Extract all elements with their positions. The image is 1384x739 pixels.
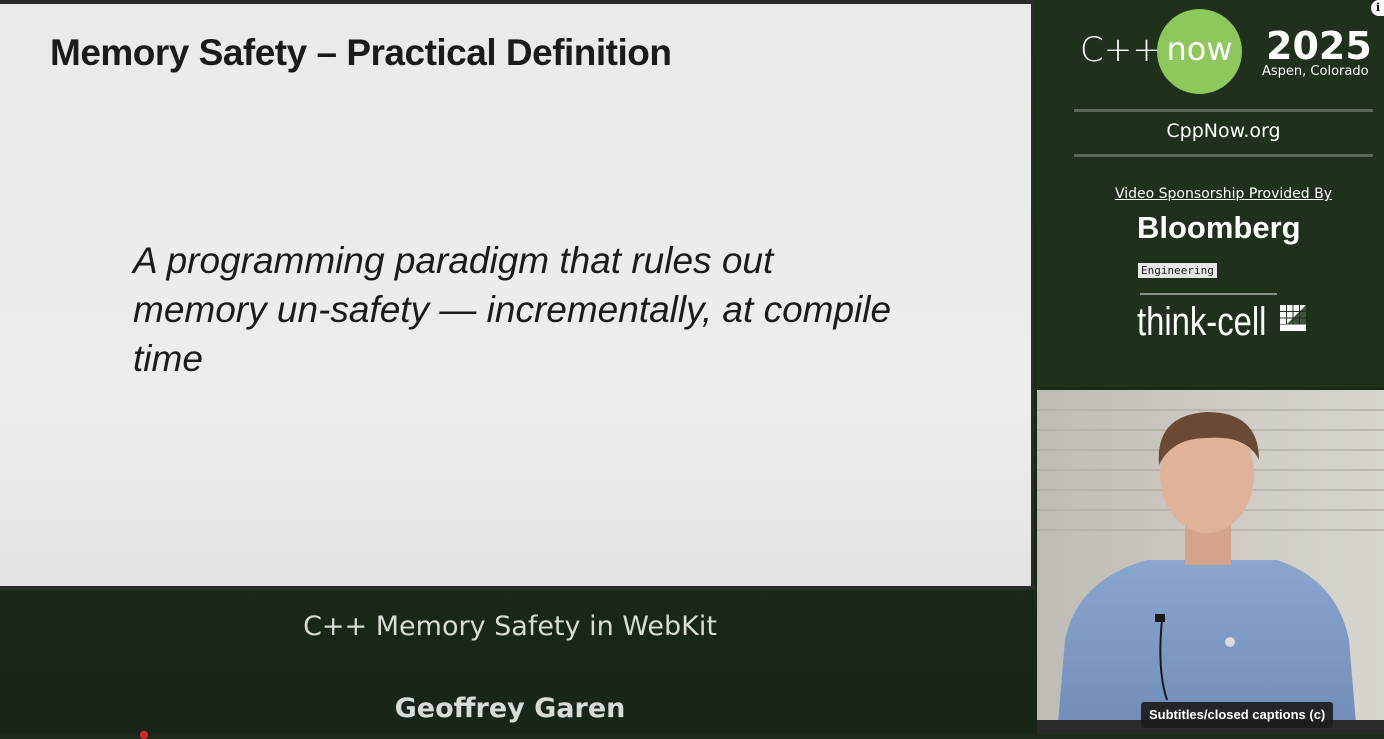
divider bbox=[1074, 109, 1373, 112]
info-icon[interactable]: i bbox=[1371, 0, 1384, 16]
progress-scrubber[interactable] bbox=[140, 731, 148, 739]
cppnow-logo-cpp: C++ bbox=[1080, 30, 1161, 70]
thinkcell-grid-icon bbox=[1280, 305, 1306, 331]
slide-title: Memory Safety – Practical Definition bbox=[50, 32, 672, 73]
speaker-camera-feed bbox=[1037, 390, 1384, 735]
slide-quote: A programming paradigm that rules out me… bbox=[133, 240, 892, 379]
speaker-name: Geoffrey Garen bbox=[394, 693, 626, 724]
presentation-slide: Memory Safety – Practical Definition A p… bbox=[0, 0, 1034, 590]
divider bbox=[1140, 293, 1277, 295]
thinkcell-logo: think-cell bbox=[1137, 300, 1267, 344]
talk-title: C++ Memory Safety in WebKit bbox=[303, 611, 717, 642]
conference-year: 2025 bbox=[1266, 24, 1372, 68]
divider bbox=[1074, 154, 1373, 157]
bloomberg-logo: Bloomberg bbox=[1137, 210, 1301, 245]
conference-location: Aspen, Colorado bbox=[1262, 64, 1369, 79]
conference-site: CppNow.org bbox=[1166, 120, 1281, 142]
captions-tooltip: Subtitles/closed captions (c) bbox=[1141, 702, 1334, 728]
bloomberg-engineering-tag: Engineering bbox=[1138, 263, 1217, 278]
cppnow-logo-now: now bbox=[1166, 30, 1233, 68]
sponsor-label: Video Sponsorship Provided By bbox=[1114, 186, 1332, 202]
